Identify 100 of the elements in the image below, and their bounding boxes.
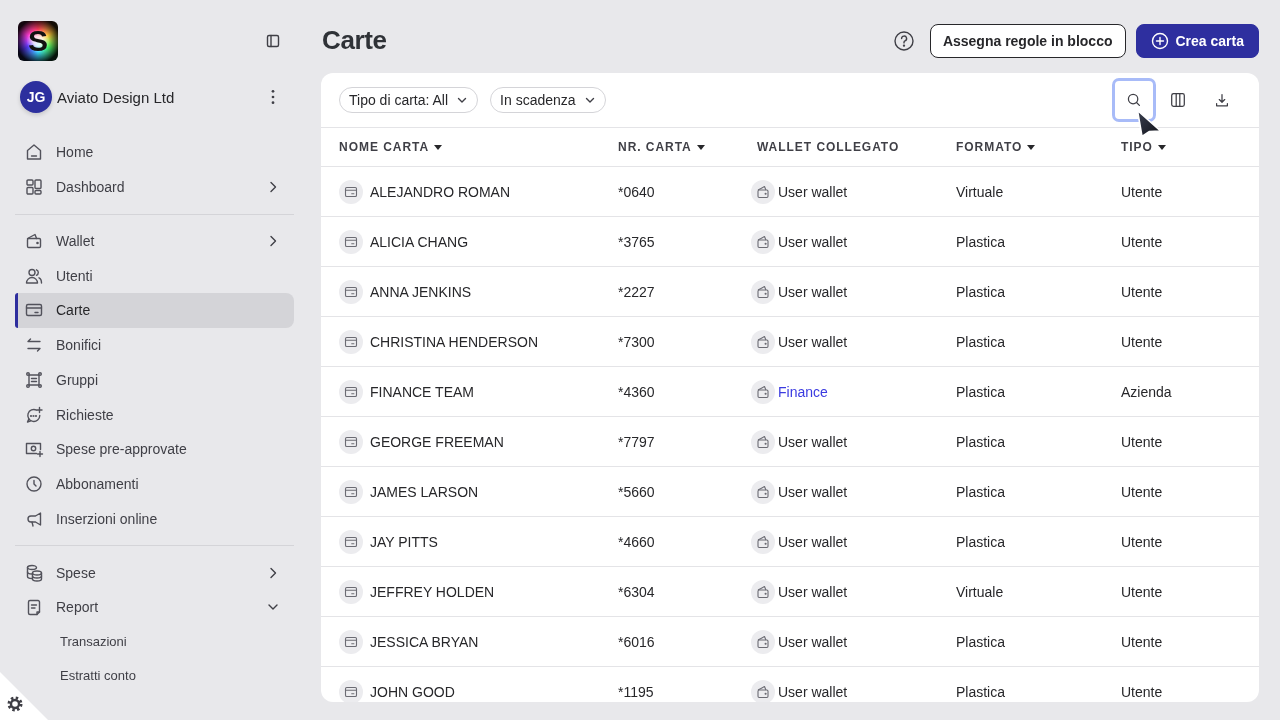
- card-icon: [339, 629, 363, 654]
- card-icon: [339, 379, 363, 404]
- column-header[interactable]: TIPO: [1121, 140, 1166, 154]
- wallet-icon: [751, 379, 775, 404]
- sidebar-toggle-icon[interactable]: [265, 33, 281, 49]
- card-type: Utente: [1121, 583, 1163, 600]
- nav-item[interactable]: Wallet: [15, 223, 294, 259]
- filter-dropdown[interactable]: Tipo di carta: All: [339, 87, 479, 113]
- card-icon: [339, 229, 363, 254]
- page-title: Carte: [322, 25, 387, 56]
- nav-item[interactable]: Carte: [15, 293, 294, 328]
- wallet-icon: [751, 529, 775, 554]
- nav-item[interactable]: Abbonamenti: [15, 466, 294, 502]
- wallet-link[interactable]: Finance: [778, 383, 828, 400]
- nav-item[interactable]: Spese pre-approvate: [15, 432, 294, 467]
- avatar: JG: [20, 81, 52, 113]
- cardholder-name: FINANCE TEAM: [370, 383, 474, 400]
- cardholder-name: GEORGE FREEMAN: [370, 433, 504, 450]
- nav-subitem[interactable]: Transazioni: [52, 624, 135, 659]
- card-format: Plastica: [956, 333, 1006, 350]
- cardholder-name: ALEJANDRO ROMAN: [370, 183, 511, 200]
- card-number: *6304: [618, 583, 655, 600]
- frame-icon: [24, 369, 44, 390]
- card-number: *7300: [618, 333, 655, 350]
- clock-icon: [24, 474, 44, 495]
- help-icon[interactable]: [892, 29, 915, 52]
- wallet-name: User wallet: [778, 533, 848, 550]
- chat-plus-icon: [24, 404, 44, 425]
- account-name: Aviato Design Ltd: [57, 88, 175, 106]
- cardholder-name: JESSICA BRYAN: [370, 633, 479, 650]
- nav-item[interactable]: Gruppi: [15, 362, 294, 398]
- search-icon: [1125, 91, 1143, 109]
- column-header[interactable]: WALLET COLLEGATO: [751, 140, 900, 154]
- card-type: Utente: [1121, 533, 1163, 550]
- card-type: Utente: [1121, 633, 1163, 650]
- nav-item[interactable]: Dashboard: [15, 169, 294, 205]
- nav-item[interactable]: Inserzioni online: [15, 501, 294, 537]
- card-icon: [339, 479, 363, 504]
- columns-icon: [1169, 91, 1187, 109]
- cardholder-name: CHRISTINA HENDERSON: [370, 333, 539, 350]
- home-icon: [24, 142, 44, 163]
- card-icon: [339, 579, 363, 604]
- card-type: Utente: [1121, 183, 1163, 200]
- wallet-icon: [751, 429, 775, 454]
- mouse-cursor-icon: [1136, 109, 1162, 138]
- card-type: Utente: [1121, 683, 1163, 700]
- column-header[interactable]: FORMATO: [956, 140, 1036, 154]
- card-format: Plastica: [956, 383, 1006, 400]
- nav-item[interactable]: Spese: [15, 555, 294, 590]
- cardholder-name: JAMES LARSON: [370, 483, 479, 500]
- card-number: *2227: [618, 283, 655, 300]
- download-icon: [1213, 91, 1231, 109]
- card-number: *4660: [618, 533, 655, 550]
- card-format: Plastica: [956, 433, 1006, 450]
- nav-item[interactable]: Home: [15, 135, 294, 170]
- plus-circle-icon: [1149, 30, 1170, 51]
- nav-subitem[interactable]: Estratti conto: [52, 658, 144, 693]
- wallet-icon: [751, 279, 775, 304]
- coins-stack-icon: [24, 562, 44, 583]
- card-icon: [339, 329, 363, 354]
- card-icon: [339, 279, 363, 304]
- card-type: Azienda: [1121, 383, 1172, 400]
- card-number: *5660: [618, 483, 655, 500]
- cardholder-name: JOHN GOOD: [370, 683, 455, 700]
- card-type: Utente: [1121, 483, 1163, 500]
- filter-dropdown[interactable]: In scadenza: [490, 87, 606, 113]
- wallet-icon: [751, 329, 775, 354]
- wallet-name: User wallet: [778, 333, 848, 350]
- card-icon: [339, 429, 363, 454]
- nav-item[interactable]: Bonifici: [15, 327, 294, 363]
- wallet-icon: [751, 679, 775, 702]
- cardholder-name: JAY PITTS: [370, 533, 438, 550]
- create-card-button[interactable]: Crea carta: [1135, 23, 1259, 58]
- nav-item[interactable]: Utenti: [15, 258, 294, 293]
- wallet-icon: [751, 629, 775, 654]
- card-format: Plastica: [956, 233, 1006, 250]
- cardholder-name: ANNA JENKINS: [370, 283, 472, 300]
- logo: S: [18, 21, 58, 61]
- wallet-icon: [751, 579, 775, 604]
- wallet-icon: [751, 229, 775, 254]
- wallet-icon: [751, 179, 775, 204]
- card-type: Utente: [1121, 233, 1163, 250]
- wallet-name: User wallet: [778, 483, 848, 500]
- nav-item[interactable]: Report: [15, 590, 294, 625]
- cardholder-name: JEFFREY HOLDEN: [370, 583, 495, 600]
- card-number: *0640: [618, 183, 655, 200]
- wallet-name: User wallet: [778, 183, 848, 200]
- cardholder-name: ALICIA CHANG: [370, 233, 469, 250]
- card-icon: [339, 529, 363, 554]
- wallet-name: User wallet: [778, 433, 848, 450]
- column-header[interactable]: NR. CARTA: [618, 140, 705, 154]
- column-header[interactable]: NOME CARTA: [339, 140, 443, 154]
- wallet-name: User wallet: [778, 583, 848, 600]
- nav-item[interactable]: Richieste: [15, 397, 294, 432]
- card-type: Utente: [1121, 433, 1163, 450]
- settings-icon: [7, 696, 23, 712]
- card-type: Utente: [1121, 333, 1163, 350]
- card-format: Plastica: [956, 483, 1006, 500]
- bulk-rules-button[interactable]: Assegna regole in blocco: [929, 23, 1126, 58]
- card-format: Plastica: [956, 683, 1006, 700]
